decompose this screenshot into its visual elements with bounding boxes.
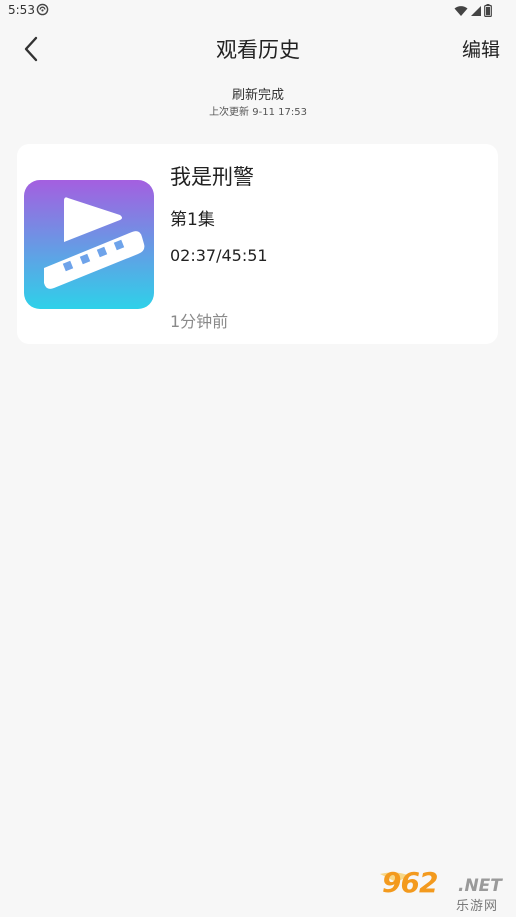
refresh-status: 刷新完成 — [231, 88, 284, 103]
header: 观看历史 编辑 — [0, 22, 516, 76]
watermark-suffix: .NET — [458, 876, 502, 896]
watermark-number: 962 — [382, 866, 438, 899]
wifi-icon — [454, 5, 468, 16]
watermark-text: 乐游网 — [456, 899, 499, 914]
edit-button[interactable]: 编辑 — [462, 35, 500, 62]
battery-icon — [484, 4, 492, 17]
history-item[interactable]: 我是刑警 第1集 02:37/45:51 1分钟前 — [17, 144, 498, 344]
video-play-icon — [24, 180, 154, 309]
episode-label: 第1集 — [170, 210, 215, 230]
status-icons — [454, 4, 492, 17]
refresh-last-update: 上次更新 9-11 17:53 — [209, 107, 307, 118]
watched-ago: 1分钟前 — [170, 312, 229, 331]
watermark-logo: 962 .NET 乐游网 — [376, 866, 512, 914]
video-thumbnail — [24, 180, 154, 309]
page-title: 观看历史 — [216, 38, 300, 62]
watch-progress: 02:37/45:51 — [170, 246, 268, 265]
refresh-indicator: 刷新完成 上次更新 9-11 17:53 — [0, 87, 516, 120]
status-bar: 5:53 — [0, 0, 516, 22]
watch-history-screen: 5:53 观看历史 编辑 刷新完成 上次更新 9-11 17:53 我是刑警 第… — [0, 0, 516, 917]
notification-icon — [36, 3, 49, 16]
status-time: 5:53 — [8, 3, 35, 17]
show-title: 我是刑警 — [170, 165, 254, 189]
signal-icon — [471, 5, 481, 16]
